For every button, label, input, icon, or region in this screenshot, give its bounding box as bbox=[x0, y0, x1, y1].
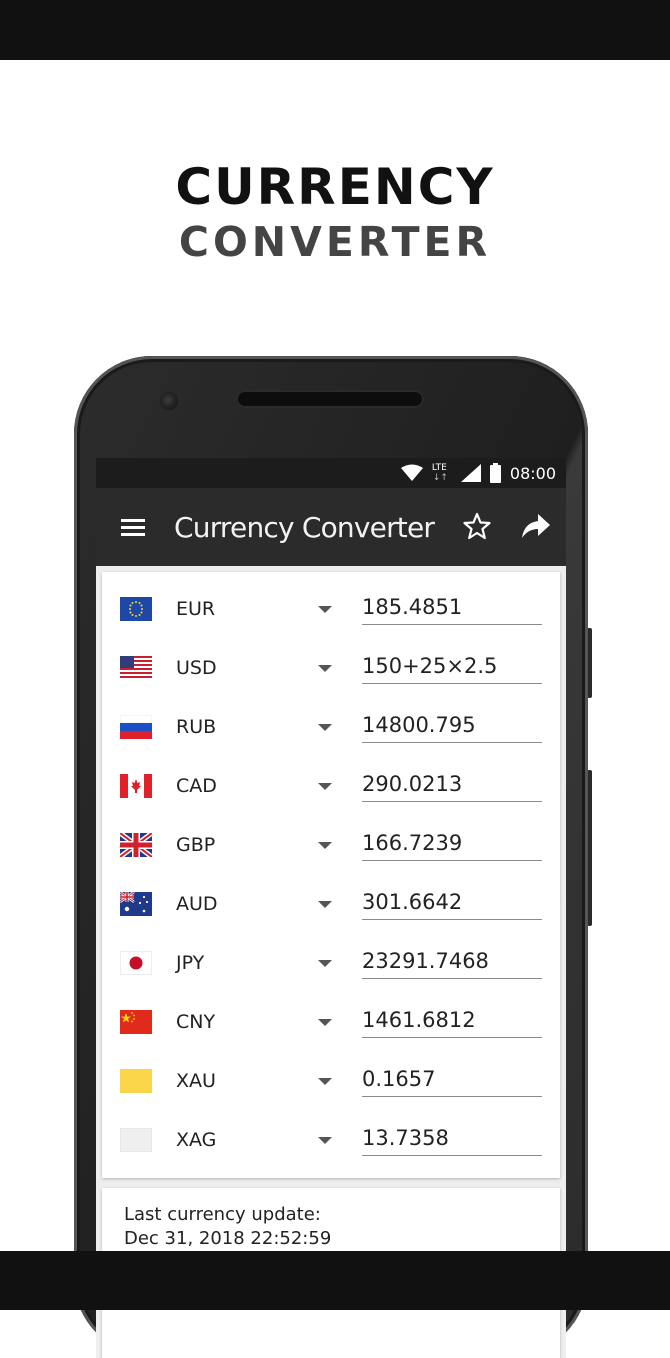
amount-input-jpy[interactable] bbox=[362, 944, 542, 979]
amount-input-cny[interactable] bbox=[362, 1003, 542, 1038]
chevron-down-icon[interactable] bbox=[318, 842, 332, 849]
gb-flag-icon bbox=[120, 833, 152, 857]
star-icon[interactable] bbox=[462, 511, 492, 541]
silver-swatch-icon bbox=[120, 1128, 152, 1152]
currency-code: CNY bbox=[176, 1011, 216, 1033]
app-toolbar: Currency Converter bbox=[96, 488, 566, 566]
amount-input-xau[interactable] bbox=[362, 1062, 542, 1097]
currency-code: GBP bbox=[176, 834, 216, 856]
amount-input-usd[interactable] bbox=[362, 649, 542, 684]
amount-input-cad[interactable] bbox=[362, 767, 542, 802]
chevron-down-icon[interactable] bbox=[318, 606, 332, 613]
chevron-down-icon[interactable] bbox=[318, 1019, 332, 1026]
amount-input-xag[interactable] bbox=[362, 1121, 542, 1156]
app-title: Currency Converter bbox=[174, 511, 435, 544]
currency-code: JPY bbox=[176, 952, 205, 974]
top-band bbox=[0, 0, 670, 60]
currency-row-cad: CAD bbox=[102, 759, 560, 817]
ca-flag-icon bbox=[120, 774, 152, 798]
amount-input-eur[interactable] bbox=[362, 590, 542, 625]
currency-row-aud: AUD bbox=[102, 877, 560, 935]
currency-code: EUR bbox=[176, 598, 216, 620]
currency-row-rub: RUB bbox=[102, 700, 560, 758]
currency-row-xag: XAG bbox=[102, 1113, 560, 1171]
chevron-down-icon[interactable] bbox=[318, 724, 332, 731]
chevron-down-icon[interactable] bbox=[318, 783, 332, 790]
currency-list-card: EUR USD RUB bbox=[102, 572, 560, 1178]
cn-flag-icon bbox=[120, 1010, 152, 1034]
gold-swatch-icon bbox=[120, 1069, 152, 1093]
chevron-down-icon[interactable] bbox=[318, 665, 332, 672]
currency-row-eur: EUR bbox=[102, 582, 560, 640]
chevron-down-icon[interactable] bbox=[318, 901, 332, 908]
currency-row-xau: XAU bbox=[102, 1054, 560, 1112]
signal-icon bbox=[460, 464, 481, 482]
amount-input-rub[interactable] bbox=[362, 708, 542, 743]
chevron-down-icon[interactable] bbox=[318, 960, 332, 967]
currency-code: AUD bbox=[176, 893, 218, 915]
chevron-down-icon[interactable] bbox=[318, 1078, 332, 1085]
menu-icon[interactable] bbox=[118, 512, 148, 542]
share-icon[interactable] bbox=[520, 511, 552, 541]
status-bar: LTE ↓↑ 08:00 bbox=[96, 458, 566, 488]
headline-currency: CURRENCY bbox=[175, 158, 495, 216]
currency-row-cny: CNY bbox=[102, 995, 560, 1053]
currency-code: CAD bbox=[176, 775, 217, 797]
lte-indicator: LTE ↓↑ bbox=[432, 462, 452, 484]
currency-code: USD bbox=[176, 657, 217, 679]
currency-code: XAU bbox=[176, 1070, 216, 1092]
chevron-down-icon[interactable] bbox=[318, 1137, 332, 1144]
au-flag-icon bbox=[120, 892, 152, 916]
eu-flag-icon bbox=[120, 597, 152, 621]
amount-input-gbp[interactable] bbox=[362, 826, 542, 861]
last-update-label: Last currency update: bbox=[124, 1204, 321, 1225]
amount-input-aud[interactable] bbox=[362, 885, 542, 920]
lte-label: LTE bbox=[431, 463, 447, 473]
wifi-icon bbox=[400, 464, 423, 481]
status-time: 08:00 bbox=[509, 463, 556, 483]
data-arrows-icon: ↓↑ bbox=[432, 473, 448, 483]
ru-flag-icon bbox=[120, 715, 152, 739]
phone-screen: LTE ↓↑ 08:00 Currency Converter EUR 185.… bbox=[96, 458, 566, 1358]
currency-code: RUB bbox=[176, 716, 217, 738]
phone-speaker-grille bbox=[236, 390, 424, 408]
currency-row-jpy: JPY bbox=[102, 936, 560, 994]
us-flag-icon bbox=[120, 656, 152, 680]
currency-row-usd: USD bbox=[102, 641, 560, 699]
front-camera-icon bbox=[160, 392, 178, 410]
currency-row-gbp: GBP bbox=[102, 818, 560, 876]
bottom-band bbox=[0, 1251, 670, 1310]
last-update-timestamp: Dec 31, 2018 22:52:59 bbox=[124, 1228, 332, 1249]
headline-converter: CONVERTER bbox=[178, 218, 492, 266]
battery-icon bbox=[489, 463, 501, 483]
currency-code: XAG bbox=[176, 1129, 217, 1151]
jp-flag-icon bbox=[120, 951, 152, 975]
